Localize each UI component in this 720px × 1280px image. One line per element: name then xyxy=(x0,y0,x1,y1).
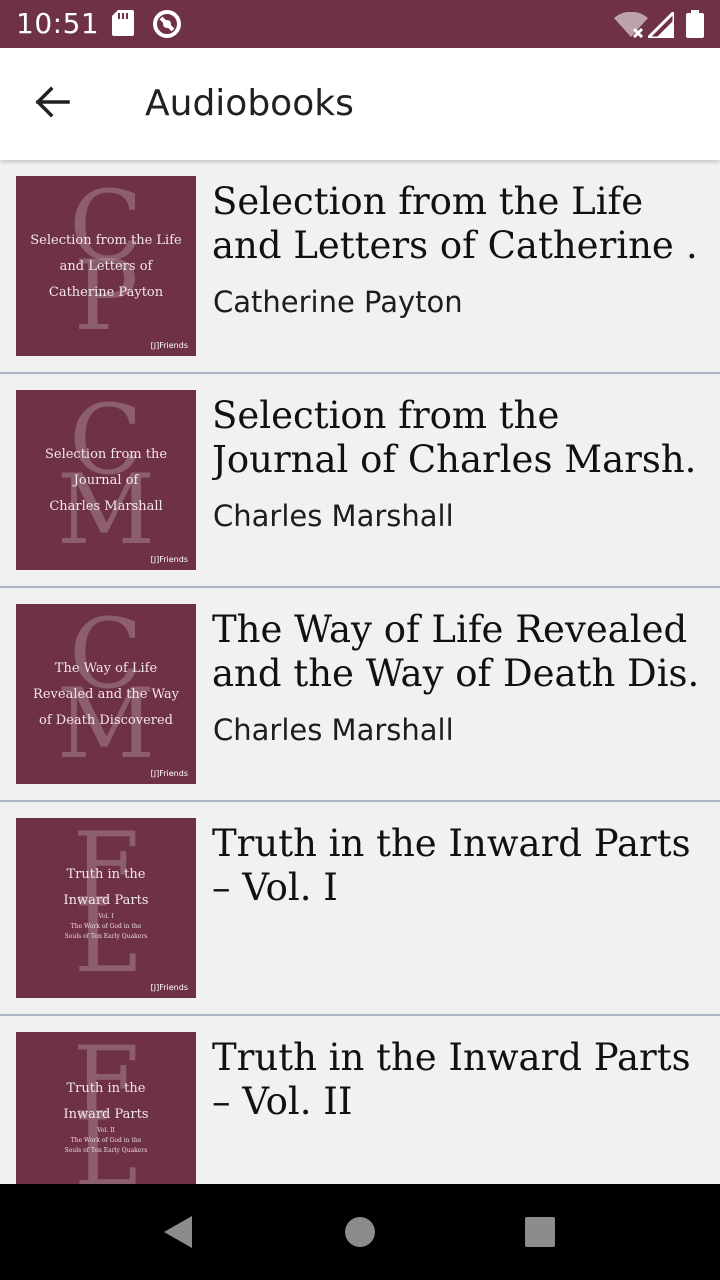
list-item[interactable]: F L Truth in the Inward Parts Vol. I The… xyxy=(0,802,720,1016)
nav-home-icon[interactable] xyxy=(340,1212,380,1252)
cover-title: The Way of Life Revealed and the Way of … xyxy=(33,661,179,728)
publisher-logo: [J]Friends xyxy=(150,341,188,350)
book-title: Truth in the Inward Parts – Vol. I xyxy=(212,822,691,909)
book-author: Catherine Payton xyxy=(213,285,463,319)
book-list[interactable]: C P Selection from the Life and Letters … xyxy=(0,160,720,1184)
book-title: Selection from the Journal of Charles Ma… xyxy=(212,394,696,481)
cover-subtitle: Vol. II The Work of God in the Souls of … xyxy=(64,1127,148,1154)
publisher-logo: [J]Friends xyxy=(150,555,188,564)
book-cover: C M The Way of Life Revealed and the Way… xyxy=(16,604,196,784)
cover-title: Truth in the Inward Parts xyxy=(63,867,149,908)
wifi-icon xyxy=(614,11,648,42)
cover-title: Truth in the Inward Parts xyxy=(63,1081,149,1122)
app-bar: Audiobooks xyxy=(0,48,720,160)
back-button[interactable] xyxy=(24,76,80,132)
list-item[interactable]: C M Selection from the Journal of Charle… xyxy=(0,374,720,588)
list-item[interactable]: C P Selection from the Life and Letters … xyxy=(0,160,720,374)
cover-title: Selection from the Journal of Charles Ma… xyxy=(44,447,168,514)
sync-icon xyxy=(152,9,182,43)
sd-card-icon xyxy=(112,10,134,40)
status-time: 10:51 xyxy=(16,7,100,40)
arrow-back-icon xyxy=(34,86,70,122)
battery-icon xyxy=(686,10,704,42)
book-author: Charles Marshall xyxy=(213,499,454,533)
cover-subtitle: Vol. I The Work of God in the Souls of T… xyxy=(64,913,148,940)
nav-recents-icon[interactable] xyxy=(520,1212,560,1252)
navigation-bar xyxy=(0,1184,720,1280)
page-title: Audiobooks xyxy=(145,83,354,124)
book-title: The Way of Life Revealed and the Way of … xyxy=(212,608,696,695)
book-cover: F L Truth in the Inward Parts Vol. II Th… xyxy=(16,1032,196,1184)
book-title: Selection from the Life and Letters of C… xyxy=(212,180,696,267)
signal-icon xyxy=(644,8,676,42)
status-bar: 10:51 xyxy=(0,0,720,48)
list-item[interactable]: C M The Way of Life Revealed and the Way… xyxy=(0,588,720,802)
book-cover: F L Truth in the Inward Parts Vol. I The… xyxy=(16,818,196,998)
publisher-logo: [J]Friends xyxy=(150,983,188,992)
book-cover: C M Selection from the Journal of Charle… xyxy=(16,390,196,570)
cover-title: Selection from the Life and Letters of C… xyxy=(30,233,182,300)
book-author: Charles Marshall xyxy=(213,713,454,747)
book-title: Truth in the Inward Parts – Vol. II xyxy=(212,1036,691,1123)
publisher-logo: [J]Friends xyxy=(150,769,188,778)
book-cover: C P Selection from the Life and Letters … xyxy=(16,176,196,356)
list-item[interactable]: F L Truth in the Inward Parts Vol. II Th… xyxy=(0,1016,720,1184)
nav-back-icon[interactable] xyxy=(160,1212,200,1252)
